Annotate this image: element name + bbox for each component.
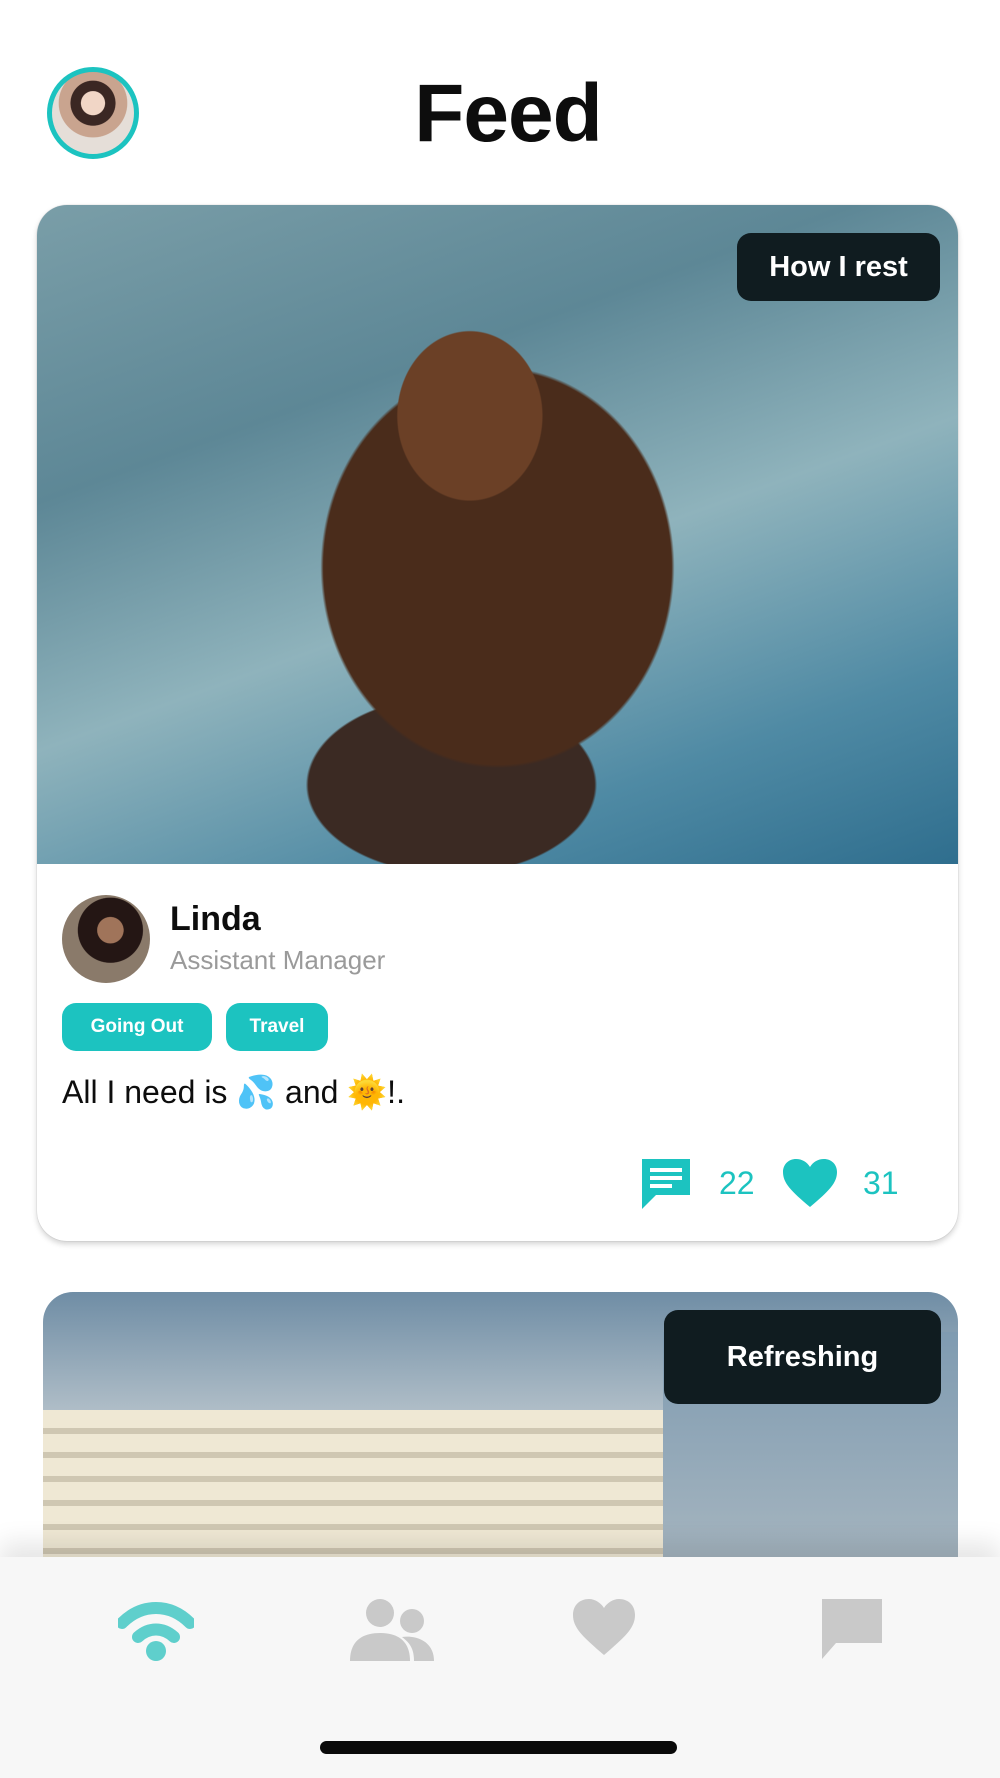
tag-going-out[interactable]: Going Out [62, 1003, 212, 1051]
home-indicator [320, 1741, 677, 1754]
post-label: Refreshing [664, 1310, 941, 1404]
comment-icon[interactable] [638, 1155, 694, 1211]
like-count: 31 [863, 1165, 899, 1201]
post-label: How I rest [737, 233, 940, 301]
friends-icon[interactable] [346, 1597, 436, 1663]
tag-travel[interactable]: Travel [226, 1003, 328, 1051]
post-card[interactable]: How I rest Linda Assistant Manager Going… [37, 205, 958, 1241]
post-photo[interactable] [37, 205, 958, 864]
post-card[interactable]: Refreshing [43, 1292, 958, 1592]
author-avatar[interactable] [62, 895, 150, 983]
post-text: All I need is 💦 and 🌞!. [62, 1074, 405, 1110]
feed-icon[interactable] [118, 1597, 194, 1661]
heart-icon[interactable] [571, 1597, 637, 1657]
author-name[interactable]: Linda [170, 900, 261, 939]
author-role: Assistant Manager [170, 945, 386, 975]
heart-icon[interactable] [781, 1157, 839, 1209]
comment-count: 22 [719, 1165, 755, 1201]
page-title: Feed [414, 68, 602, 159]
chat-icon[interactable] [820, 1597, 884, 1661]
tab-bar [0, 1557, 1000, 1778]
